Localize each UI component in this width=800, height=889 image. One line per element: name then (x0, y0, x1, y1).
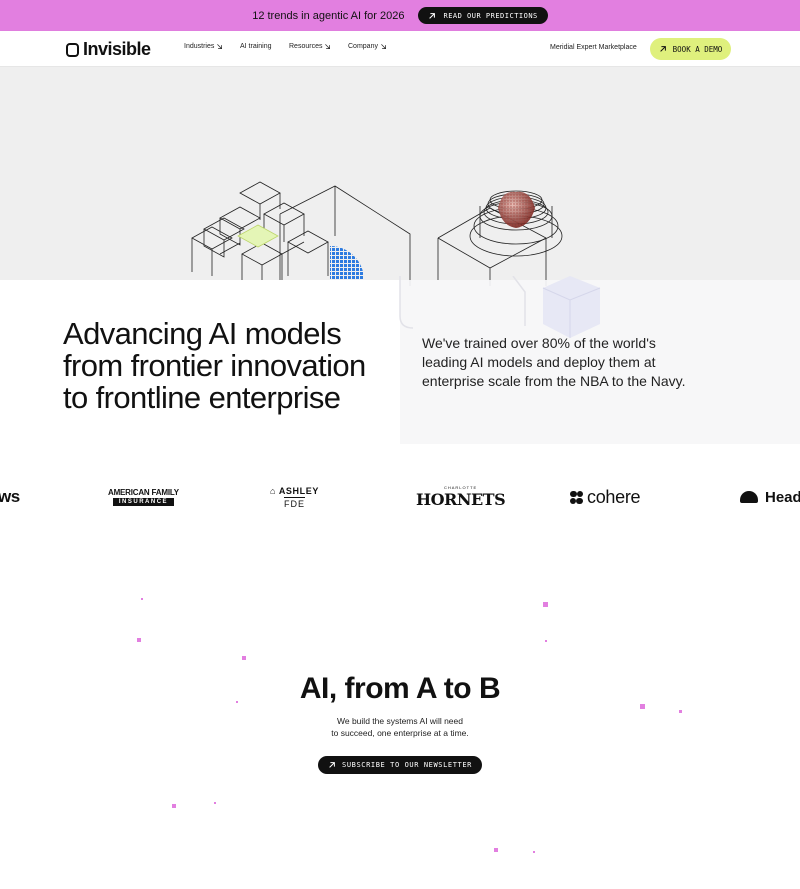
aws-logo: ws (0, 470, 20, 524)
atob-title: AI, from A to B (299, 672, 501, 705)
main-navbar: Invisible Industries AI training Resourc… (0, 31, 800, 67)
hornets-logo: CHARLOTTE HORNETS (416, 470, 506, 524)
decor-dot (533, 851, 535, 853)
hornets-line-2: HORNETS (416, 490, 506, 509)
invisible-logo[interactable]: Invisible (66, 39, 151, 60)
read-predictions-button[interactable]: READ OUR PREDICTIONS (418, 7, 548, 24)
amfam-line-1: AMERICAN FAMILY (108, 488, 179, 497)
american-family-logo: AMERICAN FAMILY INSURANCE (108, 470, 179, 524)
nav-ai-training-label: AI training (240, 43, 272, 50)
arrow-down-right-icon (325, 44, 331, 49)
subscribe-newsletter-label: SUBSCRIBE TO OUR NEWSLETTER (342, 761, 472, 769)
decor-dot (137, 638, 141, 642)
read-predictions-label: READ OUR PREDICTIONS (443, 11, 538, 20)
decor-dot (494, 848, 498, 852)
ashley-logo: ⌂ ASHLEY FDE (270, 470, 319, 524)
aws-logo-text: ws (0, 487, 20, 506)
arrow-down-right-icon (381, 44, 386, 49)
head-logo-text: Head (765, 488, 800, 506)
hero-title-line-3: to frontline enterprise (63, 380, 341, 415)
logo-text: Invisible (83, 39, 151, 59)
decor-dot (214, 802, 216, 804)
cohere-logo: cohere (570, 470, 641, 524)
book-demo-label: BOOK A DEMO (672, 44, 723, 54)
subscribe-newsletter-button[interactable]: SUBSCRIBE TO OUR NEWSLETTER (318, 756, 482, 774)
cohere-logo-text: cohere (587, 486, 641, 507)
nav-resources[interactable]: Resources (289, 43, 331, 50)
nav-industries-label: Industries (184, 43, 215, 50)
nav-resources-label: Resources (289, 43, 323, 50)
logo-mark-icon (66, 42, 79, 57)
head-logo: Head (740, 470, 800, 524)
client-logos-strip: ws AMERICAN FAMILY INSURANCE ⌂ ASHLEY FD… (0, 470, 800, 524)
decor-dot (543, 602, 548, 607)
arrow-up-right-icon (429, 12, 436, 19)
atob-subtitle-line-2: to succeed, one enterprise at a time. (331, 728, 469, 738)
cohere-mark-icon (570, 490, 583, 504)
atob-subtitle: We build the systems AI will need to suc… (0, 715, 800, 739)
decor-dot (545, 640, 547, 642)
announcement-bar: 12 trends in agentic AI for 2026 READ OU… (0, 0, 800, 31)
decor-dot (172, 804, 176, 808)
marketplace-link[interactable]: Meridial Expert Marketplace (550, 44, 637, 51)
head-mark-icon (740, 491, 758, 503)
hero-title-line-1: Advancing AI models (63, 316, 342, 351)
hero-title: Advancing AI models from frontier innova… (63, 318, 393, 414)
decor-dot (141, 598, 143, 600)
arrow-up-right-icon (659, 46, 666, 52)
ashley-line-1: ⌂ ASHLEY (270, 485, 319, 496)
ashley-name: ASHLEY (278, 485, 319, 496)
hero-title-line-2: from frontier innovation (63, 348, 366, 383)
decor-dot (242, 656, 246, 660)
ashley-line-2: FDE (283, 496, 305, 509)
arrow-down-right-icon (217, 44, 223, 49)
nav-industries[interactable]: Industries (184, 43, 223, 50)
nav-company[interactable]: Company (348, 43, 387, 50)
amfam-line-2: INSURANCE (112, 498, 175, 506)
atob-subtitle-line-1: We build the systems AI will need (337, 716, 463, 726)
hero-subtitle: We've trained over 80% of the world's le… (422, 335, 686, 389)
announcement-text: 12 trends in agentic AI for 2026 (252, 9, 405, 22)
arrow-up-right-icon (329, 762, 335, 768)
book-demo-button[interactable]: BOOK A DEMO (650, 38, 731, 60)
decor-dot (679, 710, 682, 713)
nav-company-label: Company (348, 43, 378, 50)
nav-ai-training[interactable]: AI training (240, 43, 272, 50)
